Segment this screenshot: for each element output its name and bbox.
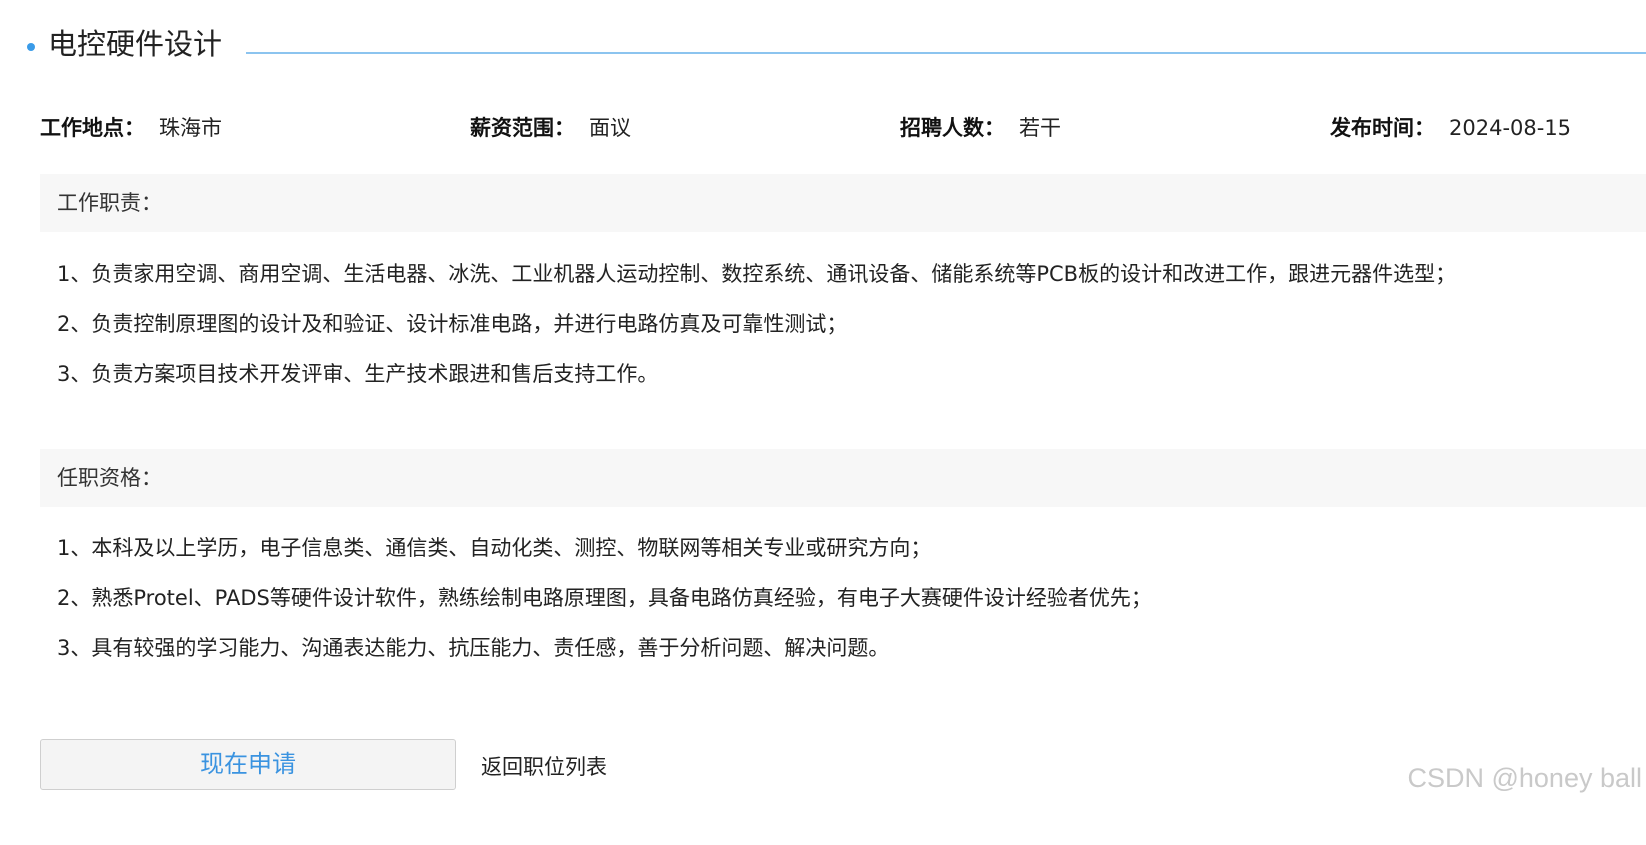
duties-list: 1、负责家用空调、商用空调、生活电器、冰洗、工业机器人运动控制、数控系统、通讯设… xyxy=(57,249,1617,399)
bullet-dot-icon xyxy=(27,43,35,51)
meta-salary-value: 面议 xyxy=(589,116,631,140)
back-to-job-list-link[interactable]: 返回职位列表 xyxy=(481,752,607,782)
requirements-heading: 任职资格： xyxy=(57,466,162,490)
duties-heading: 工作职责： xyxy=(57,191,162,215)
meta-publish-date: 发布时间： 2024-08-15 xyxy=(1330,110,1571,146)
job-title-bar: 电控硬件设计 xyxy=(24,22,1646,66)
meta-salary: 薪资范围： 面议 xyxy=(470,110,631,146)
list-item: 1、负责家用空调、商用空调、生活电器、冰洗、工业机器人运动控制、数控系统、通讯设… xyxy=(57,262,1457,286)
watermark: CSDN @honey ball xyxy=(1407,763,1642,793)
meta-publish-date-value: 2024-08-15 xyxy=(1449,116,1572,140)
job-meta-row: 工作地点： 珠海市 薪资范围： 面议 招聘人数： 若干 发布时间： 2024-08-15 xyxy=(40,110,1646,146)
list-item: 3、负责方案项目技术开发评审、生产技术跟进和售后支持工作。 xyxy=(57,362,659,386)
list-item: 3、具有较强的学习能力、沟通表达能力、抗压能力、责任感，善于分析问题、解决问题。 xyxy=(57,636,890,660)
meta-salary-label: 薪资范围： xyxy=(470,116,575,140)
meta-location-label: 工作地点： xyxy=(40,116,145,140)
meta-location-value: 珠海市 xyxy=(159,116,222,140)
meta-headcount-label: 招聘人数： xyxy=(900,116,1005,140)
duties-section-header: 工作职责： xyxy=(40,174,1646,232)
list-item: 2、熟悉Protel、PADS等硬件设计软件，熟练绘制电路原理图，具备电路仿真经… xyxy=(57,586,1152,610)
list-item: 1、本科及以上学历，电子信息类、通信类、自动化类、测控、物联网等相关专业或研究方… xyxy=(57,536,932,560)
requirements-section-header: 任职资格： xyxy=(40,449,1646,507)
meta-headcount-value: 若干 xyxy=(1019,116,1061,140)
title-divider xyxy=(246,52,1646,54)
list-item: 2、负责控制原理图的设计及和验证、设计标准电路，并进行电路仿真及可靠性测试； xyxy=(57,312,848,336)
meta-location: 工作地点： 珠海市 xyxy=(40,110,222,146)
meta-publish-date-label: 发布时间： xyxy=(1330,116,1435,140)
meta-headcount: 招聘人数： 若干 xyxy=(900,110,1061,146)
apply-now-button[interactable]: 现在申请 xyxy=(40,739,456,790)
job-title: 电控硬件设计 xyxy=(48,27,223,61)
requirements-list: 1、本科及以上学历，电子信息类、通信类、自动化类、测控、物联网等相关专业或研究方… xyxy=(57,523,1617,673)
